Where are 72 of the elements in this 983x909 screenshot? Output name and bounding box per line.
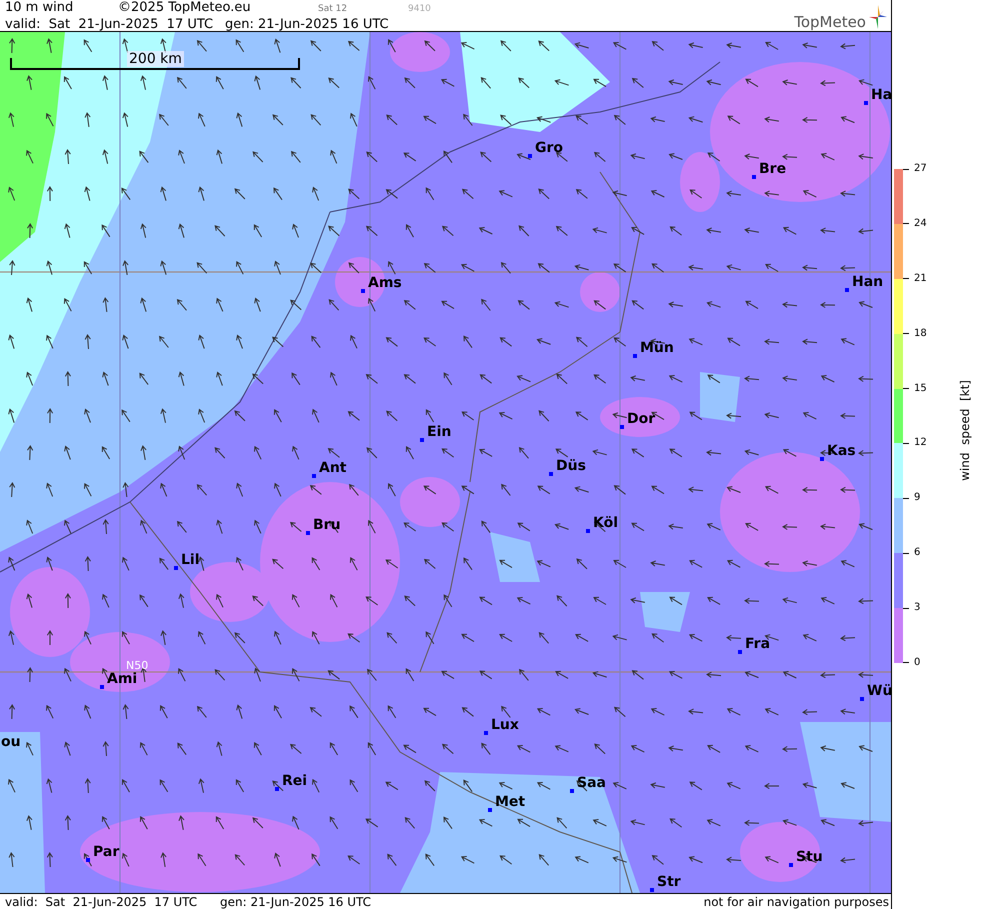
city-label: Ant [319, 461, 346, 476]
city-label: Met [495, 795, 526, 810]
city-label: Kas [827, 444, 856, 459]
valid-time: valid: Sat 21-Jun-2025 17 UTC [5, 894, 198, 908]
tick-label: 21 [914, 272, 927, 285]
map-title: 10 m wind [5, 0, 74, 15]
disclaimer-text: not for air navigation purposes [704, 894, 890, 908]
city-marker [650, 888, 654, 892]
tick-label: 12 [914, 437, 927, 450]
city-label: Lil [181, 553, 200, 568]
city-label: Köl [593, 516, 618, 531]
city-label: Stu [796, 850, 823, 865]
valid-time: valid: Sat 21-Jun-2025 17 UTC [5, 17, 214, 32]
tick-label: 3 [914, 602, 920, 614]
city-label: Ams [368, 276, 402, 291]
city-marker [620, 425, 624, 429]
city-marker [275, 787, 279, 791]
tick-label: 9 [914, 492, 920, 504]
city-marker [586, 529, 590, 533]
city-marker [484, 731, 488, 735]
city-marker [100, 685, 104, 689]
city-label: Ha [871, 88, 891, 103]
tick-label: 18 [914, 328, 927, 340]
generated-time: gen: 21-Jun-2025 16 UTC [225, 17, 389, 32]
city-label: Saa [577, 776, 606, 791]
city-label: Mün [640, 341, 674, 356]
code-label: 9410 [408, 3, 431, 16]
city-marker [306, 531, 310, 535]
city-marker [549, 472, 553, 476]
city-marker [633, 354, 637, 358]
city-label: Dor [627, 412, 656, 427]
city-marker [752, 175, 756, 179]
city-marker [738, 650, 742, 654]
city-label: Ein [427, 425, 452, 440]
city-label: Rei [282, 774, 308, 789]
compass-star-icon [868, 4, 888, 30]
city-marker [361, 289, 365, 293]
copyright-text: ©2025 TopMeteo.eu [118, 0, 252, 15]
city-label: Han [852, 275, 884, 290]
tick-label: 24 [914, 218, 927, 230]
city-marker [312, 474, 316, 478]
city-label: Par [93, 845, 120, 860]
logo-text: TopMeteo [794, 14, 866, 30]
city-label: Lux [491, 718, 519, 733]
city-label: ou [1, 735, 21, 750]
run-label: Sat 12 [318, 3, 348, 16]
city-label: Str [657, 875, 681, 890]
city-label: Wü [867, 684, 891, 699]
tick-label: 0 [914, 656, 920, 669]
legend-title: wind speed [kt] [958, 380, 972, 481]
city-marker [789, 863, 793, 867]
city-marker [174, 566, 178, 570]
city-marker [864, 101, 868, 105]
tick-label: 6 [914, 547, 920, 560]
latitude-label: N50 [126, 659, 148, 672]
tick-label: 15 [914, 382, 927, 394]
city-marker [820, 457, 824, 461]
tick-label: 27 [914, 163, 927, 175]
city-marker [488, 808, 492, 812]
city-label: Bre [759, 162, 786, 177]
city-marker [528, 154, 532, 158]
city-label: Düs [556, 459, 586, 474]
city-marker [420, 438, 424, 442]
generated-time: gen: 21-Jun-2025 16 UTC [220, 894, 372, 908]
scale-label: 200 km [127, 51, 184, 67]
city-label: Fra [745, 637, 770, 652]
city-marker [86, 858, 90, 862]
city-label: Ami [107, 672, 138, 687]
city-marker [860, 697, 864, 701]
city-marker [845, 288, 849, 292]
city-label: Gro [535, 141, 564, 156]
city-marker [570, 789, 574, 793]
